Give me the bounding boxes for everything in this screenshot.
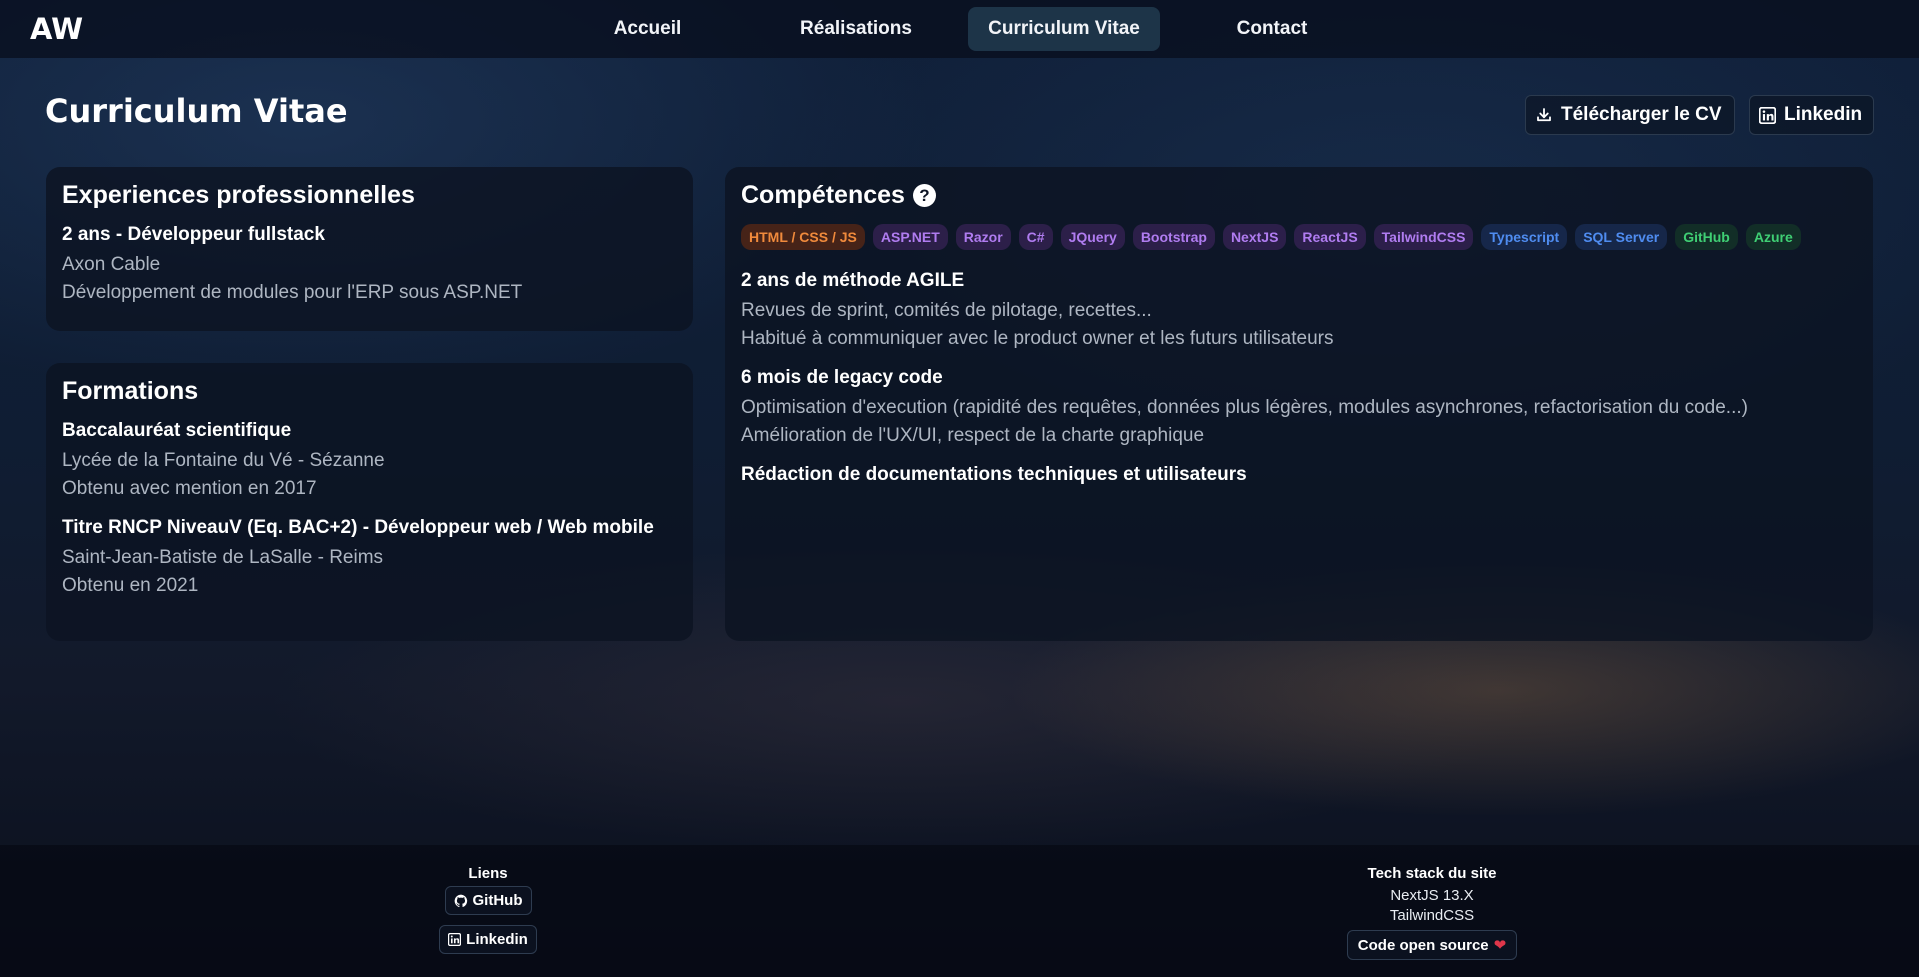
footer-stack-column: Tech stack du site NextJS 13.X TailwindC… <box>1312 865 1552 960</box>
experience-description: Développement de modules pour l'ERP sous… <box>62 282 523 303</box>
skill-tag: GitHub <box>1675 224 1738 250</box>
formation-title: Titre RNCP NiveauV (Eq. BAC+2) - Dévelop… <box>62 517 654 538</box>
skill-tag: SQL Server <box>1575 224 1668 250</box>
formation-entry: Titre RNCP NiveauV (Eq. BAC+2) - Dévelop… <box>62 517 677 600</box>
footer-stack-line: TailwindCSS <box>1389 907 1475 924</box>
footer-github-button[interactable]: GitHub <box>444 886 532 915</box>
formation-school: Saint-Jean-Batiste de LaSalle - Reims <box>62 547 384 568</box>
competences-card: Compétences ? HTML / CSS / JS ASP.NET Ra… <box>725 167 1873 641</box>
footer-linkedin-label: Linkedin <box>466 931 528 948</box>
top-navbar: AW Accueil Réalisations Curriculum Vitae… <box>0 0 1919 58</box>
competence-title: 6 mois de legacy code <box>741 367 943 388</box>
skill-tag: C# <box>1018 224 1053 250</box>
page-title: Curriculum Vitae <box>45 92 348 130</box>
question-circle-icon[interactable]: ? <box>912 184 936 207</box>
competence-entry: 6 mois de legacy code Optimisation d'exe… <box>741 367 1857 450</box>
nav-realisations[interactable]: Réalisations <box>782 7 930 51</box>
formation-entry: Baccalauréat scientifique Lycée de la Fo… <box>62 420 677 503</box>
competences-header: Compétences ? <box>741 181 1857 210</box>
download-cv-label: Télécharger le CV <box>1561 104 1722 125</box>
skill-tag: NextJS <box>1222 224 1287 250</box>
footer-github-label: GitHub <box>472 892 523 909</box>
nav-contact[interactable]: Contact <box>1212 7 1332 51</box>
nav-curriculum-vitae[interactable]: Curriculum Vitae <box>968 7 1160 51</box>
footer-stack-line: NextJS 13.X <box>1390 887 1474 904</box>
competence-line: Revues de sprint, comités de pilotage, r… <box>741 300 1152 321</box>
footer-links-title: Liens <box>468 865 508 882</box>
site-footer: Liens GitHub Linkedin Tech stack du site… <box>0 845 1919 977</box>
linkedin-icon <box>448 933 462 946</box>
download-cv-button[interactable]: Télécharger le CV <box>1525 95 1735 135</box>
competence-line: Optimisation d'execution (rapidité des r… <box>741 397 1748 418</box>
formation-result: Obtenu avec mention en 2017 <box>62 478 317 499</box>
skill-tag: HTML / CSS / JS <box>741 224 865 250</box>
experience-entry: 2 ans - Développeur fullstack Axon Cable… <box>62 224 677 307</box>
linkedin-header-button[interactable]: Linkedin <box>1749 95 1874 135</box>
download-icon <box>1537 108 1551 122</box>
github-icon <box>454 894 467 907</box>
skill-tag: JQuery <box>1060 224 1125 250</box>
formations-card: Formations Baccalauréat scientifique Lyc… <box>46 363 693 641</box>
skill-tag: Typescript <box>1481 224 1568 250</box>
skill-tag: ASP.NET <box>872 224 948 250</box>
open-source-button[interactable]: Code open source ❤ <box>1346 930 1518 960</box>
competence-line: Amélioration de l'UX/UI, respect de la c… <box>741 425 1205 446</box>
competences-heading: Compétences <box>741 181 905 209</box>
heart-icon: ❤ <box>1493 937 1507 954</box>
footer-stack-title: Tech stack du site <box>1367 865 1497 882</box>
formation-result: Obtenu en 2021 <box>62 575 199 596</box>
nav-accueil[interactable]: Accueil <box>590 7 705 51</box>
experience-title: 2 ans - Développeur fullstack <box>62 224 325 245</box>
skill-tag: Azure <box>1745 224 1801 250</box>
competence-entry: 2 ans de méthode AGILE Revues de sprint,… <box>741 270 1857 353</box>
footer-linkedin-button[interactable]: Linkedin <box>439 925 537 954</box>
skill-tag: TailwindCSS <box>1373 224 1474 250</box>
footer-links-column: Liens GitHub Linkedin <box>418 865 558 954</box>
skill-tag: ReactJS <box>1294 224 1366 250</box>
linkedin-header-label: Linkedin <box>1784 104 1863 125</box>
main-nav: Accueil Réalisations Curriculum Vitae Co… <box>0 7 1919 51</box>
competence-title: Rédaction de documentations techniques e… <box>741 464 1247 485</box>
formation-title: Baccalauréat scientifique <box>62 420 292 441</box>
experience-company: Axon Cable <box>62 254 161 275</box>
formations-heading: Formations <box>62 377 199 405</box>
experiences-heading: Experiences professionnelles <box>62 181 415 209</box>
competence-line: Habitué à communiquer avec le product ow… <box>741 328 1334 349</box>
experiences-card: Experiences professionnelles 2 ans - Dév… <box>46 167 693 331</box>
skill-tag: Bootstrap <box>1132 224 1215 250</box>
competence-entry: Rédaction de documentations techniques e… <box>741 464 1857 486</box>
formation-school: Lycée de la Fontaine du Vé - Sézanne <box>62 450 385 471</box>
open-source-label: Code open source <box>1357 936 1489 954</box>
competence-title: 2 ans de méthode AGILE <box>741 270 965 291</box>
linkedin-icon <box>1759 106 1776 124</box>
skill-tags: HTML / CSS / JS ASP.NET Razor C# JQuery … <box>741 224 1857 250</box>
skill-tag: Razor <box>955 224 1011 250</box>
